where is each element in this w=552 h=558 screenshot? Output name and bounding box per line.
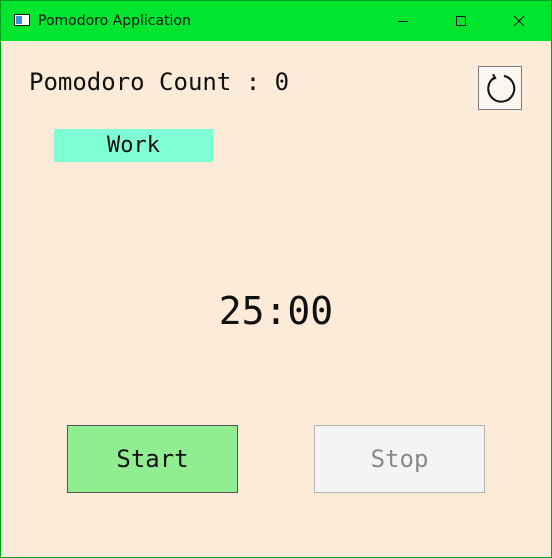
start-button[interactable]: Start (67, 425, 238, 493)
refresh-icon (487, 73, 516, 103)
title-bar[interactable]: Pomodoro Application (1, 1, 551, 41)
reset-button[interactable] (478, 66, 522, 110)
app-window-icon (14, 14, 30, 26)
stop-button[interactable]: Stop (314, 425, 485, 493)
minimize-button[interactable] (374, 1, 432, 41)
maximize-icon (456, 16, 466, 26)
close-icon (513, 15, 525, 27)
mode-label: Work (54, 129, 213, 162)
window-title: Pomodoro Application (38, 13, 191, 29)
minimize-icon (398, 21, 408, 22)
timer-display: 25:00 (218, 289, 334, 333)
pomodoro-count-label: Pomodoro Count : 0 (29, 68, 290, 96)
close-button[interactable] (490, 1, 548, 41)
main-content: Pomodoro Count : 0 Work 25:00 Start Stop (1, 41, 551, 557)
app-window: Pomodoro Application Pomodoro Count : 0 (0, 0, 552, 558)
maximize-button[interactable] (432, 1, 490, 41)
